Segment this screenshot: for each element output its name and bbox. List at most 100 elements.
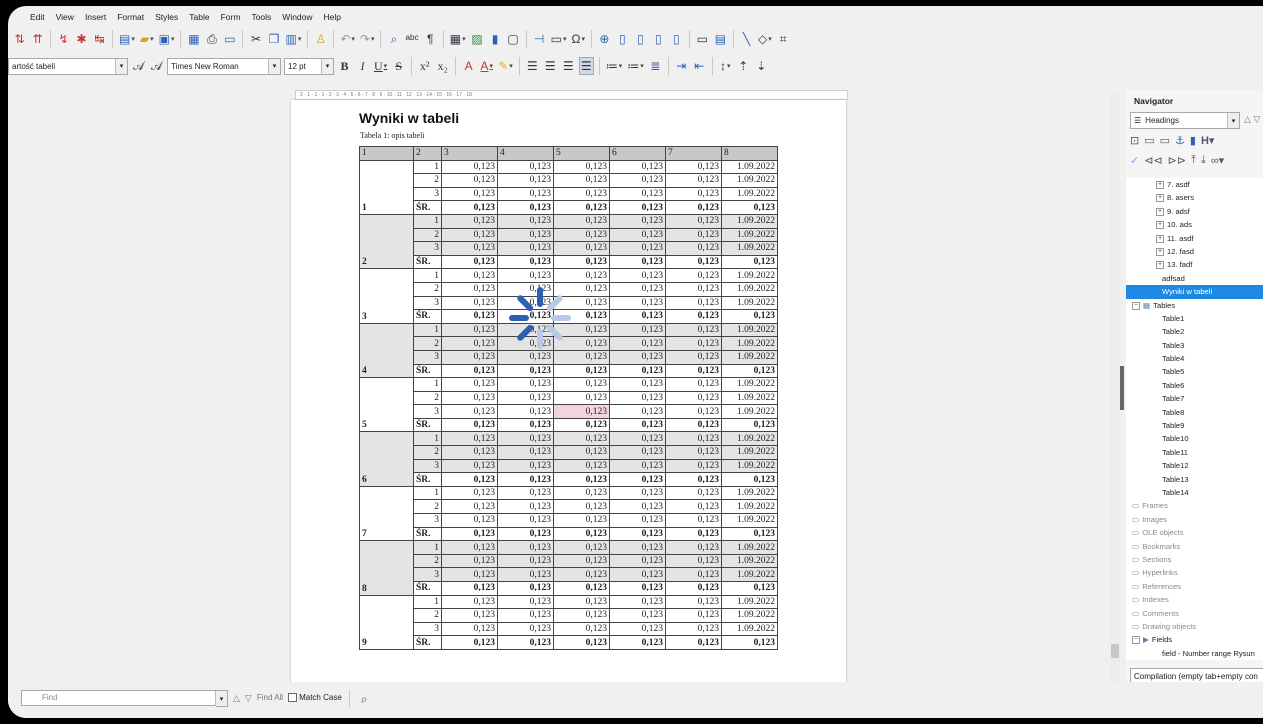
superscript-icon[interactable]: x² <box>417 57 432 75</box>
value-cell[interactable]: 0,123 <box>553 241 610 256</box>
value-cell[interactable]: 0,123 <box>441 594 498 610</box>
value-cell[interactable]: 0,123 <box>609 186 666 202</box>
value-cell[interactable]: 0,123 <box>441 159 498 175</box>
value-cell[interactable]: 0,123 <box>665 241 722 256</box>
value-cell[interactable]: 0,123 <box>441 431 498 447</box>
value-cell[interactable]: 0,123 <box>609 322 666 338</box>
navigator-category-combo[interactable]: ☰ Headings ▾ <box>1130 112 1240 129</box>
results-table[interactable]: 1 2 3 4 5 6 7 8 1 1 0,123 0,123 0,123 0,123 0,123 1.09.… <box>359 146 778 650</box>
find-replace-icon[interactable]: ⌕ <box>357 690 372 708</box>
value-cell[interactable]: 0,123 <box>553 499 610 515</box>
value-cell[interactable]: 0,123 <box>497 404 554 419</box>
track-changes-icon[interactable]: ⇅ <box>12 30 27 48</box>
value-cell[interactable]: 0,123 <box>665 268 722 283</box>
value-cell[interactable]: 0,123 <box>497 213 554 229</box>
value-cell[interactable]: 0,123 <box>441 268 498 283</box>
spelling-icon[interactable]: ᵃᵇᶜ <box>404 30 419 48</box>
menu-item-help[interactable]: Help <box>324 10 341 24</box>
value-cell[interactable]: 0,123 <box>497 458 554 474</box>
table-header-cell[interactable]: 7 <box>665 146 722 161</box>
footer-icon[interactable]: ▭ <box>1160 134 1170 147</box>
value-cell[interactable]: 1.09.2022 <box>721 159 778 175</box>
match-case-checkbox[interactable]: Match Case <box>288 690 342 706</box>
subscript-icon[interactable]: x₂ <box>435 57 450 75</box>
value-cell[interactable]: 0,123 <box>665 417 722 433</box>
row-index-cell[interactable]: 2 <box>413 553 442 569</box>
value-cell[interactable]: 0,123 <box>665 553 722 569</box>
find-input[interactable]: Find <box>21 690 216 706</box>
font-color-icon[interactable]: A ▾ <box>479 57 494 75</box>
row-index-cell[interactable]: 1 <box>413 377 442 392</box>
navigator-tree-item[interactable]: +7. asdf <box>1126 178 1263 191</box>
value-cell[interactable]: 0,123 <box>609 472 666 487</box>
value-cell[interactable]: 0,123 <box>497 377 554 392</box>
hyperlink-icon[interactable]: ⊕ <box>597 30 612 48</box>
value-cell[interactable]: 0,123 <box>497 499 554 515</box>
value-cell[interactable]: 0,123 <box>609 608 666 623</box>
value-cell[interactable]: 0,123 <box>441 254 498 270</box>
value-cell[interactable]: 0,123 <box>441 608 498 623</box>
row-index-cell[interactable]: 2 <box>413 281 442 297</box>
collapse-icon[interactable]: − <box>1132 636 1140 645</box>
value-cell[interactable]: 0,123 <box>441 349 498 365</box>
italic-icon[interactable]: I <box>355 57 370 75</box>
group-label-cell[interactable]: 2 <box>359 213 414 270</box>
navigator-tree-item[interactable]: Table7 <box>1126 392 1263 405</box>
row-index-cell[interactable]: 1 <box>413 213 442 229</box>
value-cell[interactable]: 0,123 <box>665 227 722 243</box>
decrease-indent-icon[interactable]: ⇤ <box>692 57 707 75</box>
value-cell[interactable]: 0,123 <box>665 186 722 202</box>
navigator-tree-item[interactable]: − ▦ Tables <box>1126 299 1263 312</box>
document-page[interactable]: Wyniki w tabeli Tabela 1: opis tabeli 12… <box>291 100 846 690</box>
value-cell[interactable]: 0,123 <box>665 363 722 379</box>
row-index-cell[interactable]: 2 <box>413 336 442 351</box>
menu-item-format[interactable]: Format <box>117 10 144 24</box>
table-header-cell[interactable]: 5 <box>553 146 610 161</box>
highlight-color-icon[interactable]: ✎ ▾ <box>497 57 514 75</box>
value-cell[interactable]: 0,123 <box>665 295 722 311</box>
value-cell[interactable]: 1.09.2022 <box>721 499 778 515</box>
navigator-tree-item[interactable]: +8. asers <box>1126 191 1263 204</box>
row-index-cell[interactable]: ŚR. <box>413 417 442 433</box>
demote-chapter-icon[interactable]: ⊳⊳ <box>1168 154 1186 167</box>
group-label-cell[interactable]: 4 <box>359 322 414 379</box>
value-cell[interactable]: 0,123 <box>497 608 554 623</box>
value-cell[interactable]: 0,123 <box>497 445 554 460</box>
value-cell[interactable]: 0,123 <box>497 472 554 487</box>
value-cell[interactable]: 0,123 <box>441 472 498 487</box>
value-cell[interactable]: 0,123 <box>609 404 666 419</box>
insert-image-icon[interactable]: ▨ <box>470 30 485 48</box>
value-cell[interactable]: 0,123 <box>665 581 722 596</box>
chevron-down-icon[interactable]: ▾ <box>115 58 127 74</box>
value-cell[interactable]: 0,123 <box>609 336 666 351</box>
value-cell[interactable]: 0,123 <box>609 268 666 283</box>
value-cell[interactable]: 1.09.2022 <box>721 594 778 610</box>
table-header-cell[interactable]: 6 <box>609 146 666 161</box>
value-cell[interactable]: 0,123 <box>609 241 666 256</box>
value-cell[interactable]: 0,123 <box>609 227 666 243</box>
navigator-tree-item[interactable]: Table10 <box>1126 432 1263 445</box>
value-cell[interactable]: 0,123 <box>665 349 722 365</box>
value-cell[interactable]: 1.09.2022 <box>721 390 778 406</box>
value-cell[interactable]: 0,123 <box>497 567 554 582</box>
menu-item-view[interactable]: View <box>56 10 74 24</box>
clear-formatting-icon[interactable]: A <box>461 57 476 75</box>
row-index-cell[interactable]: 1 <box>413 322 442 338</box>
find-previous-icon[interactable]: △ <box>233 690 240 706</box>
expand-icon[interactable]: + <box>1156 194 1164 203</box>
value-cell[interactable]: 0,123 <box>665 472 722 487</box>
navigator-tree-item[interactable]: Table3 <box>1126 339 1263 352</box>
value-cell[interactable]: 0,123 <box>665 458 722 474</box>
value-cell[interactable]: 0,123 <box>553 445 610 460</box>
navigator-tree-item[interactable]: ▭ OLE objects <box>1126 526 1263 539</box>
value-cell[interactable]: 0,123 <box>609 295 666 311</box>
line-icon[interactable]: ╲ <box>739 30 754 48</box>
value-cell[interactable]: 0,123 <box>441 540 498 555</box>
font-size-combo[interactable]: 12 pt ▾ <box>284 57 334 75</box>
row-index-cell[interactable]: 3 <box>413 349 442 365</box>
row-index-cell[interactable]: 2 <box>413 227 442 243</box>
sort-asc-icon[interactable]: ↯ <box>56 30 71 48</box>
navigator-tree-item[interactable]: +11. asdf <box>1126 232 1263 245</box>
value-cell[interactable]: 0,123 <box>497 526 554 542</box>
value-cell[interactable]: 0,123 <box>665 485 722 501</box>
